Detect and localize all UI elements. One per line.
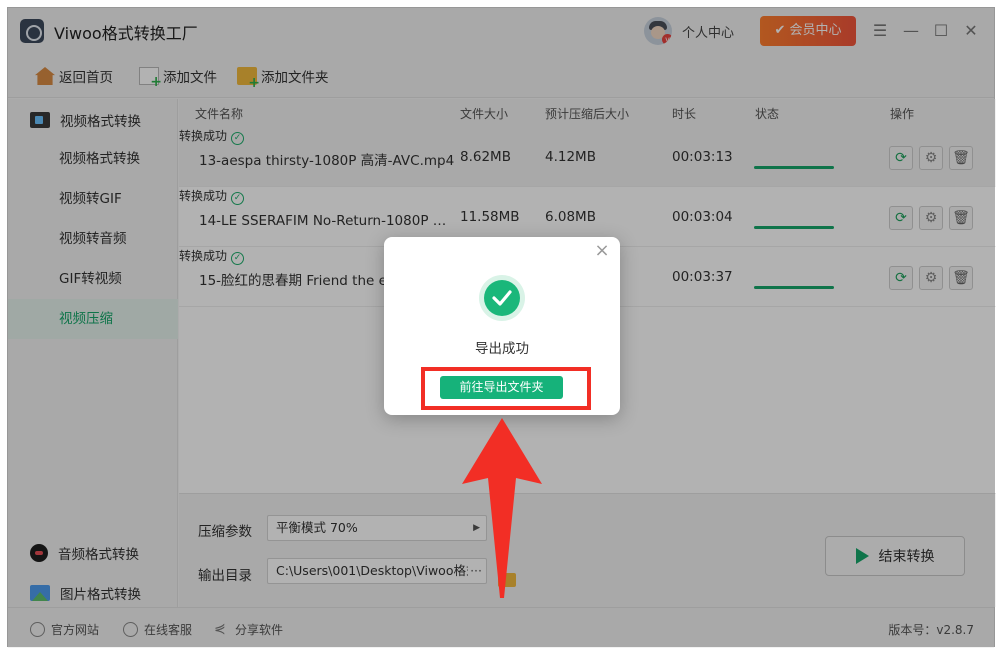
success-icon-ring — [479, 275, 525, 321]
open-export-folder-button[interactable]: 前往导出文件夹 — [440, 376, 563, 399]
modal-title: 导出成功 — [475, 341, 529, 357]
check-icon — [484, 280, 520, 316]
close-icon[interactable]: × — [594, 242, 610, 260]
annotation-arrow-icon — [462, 418, 542, 598]
